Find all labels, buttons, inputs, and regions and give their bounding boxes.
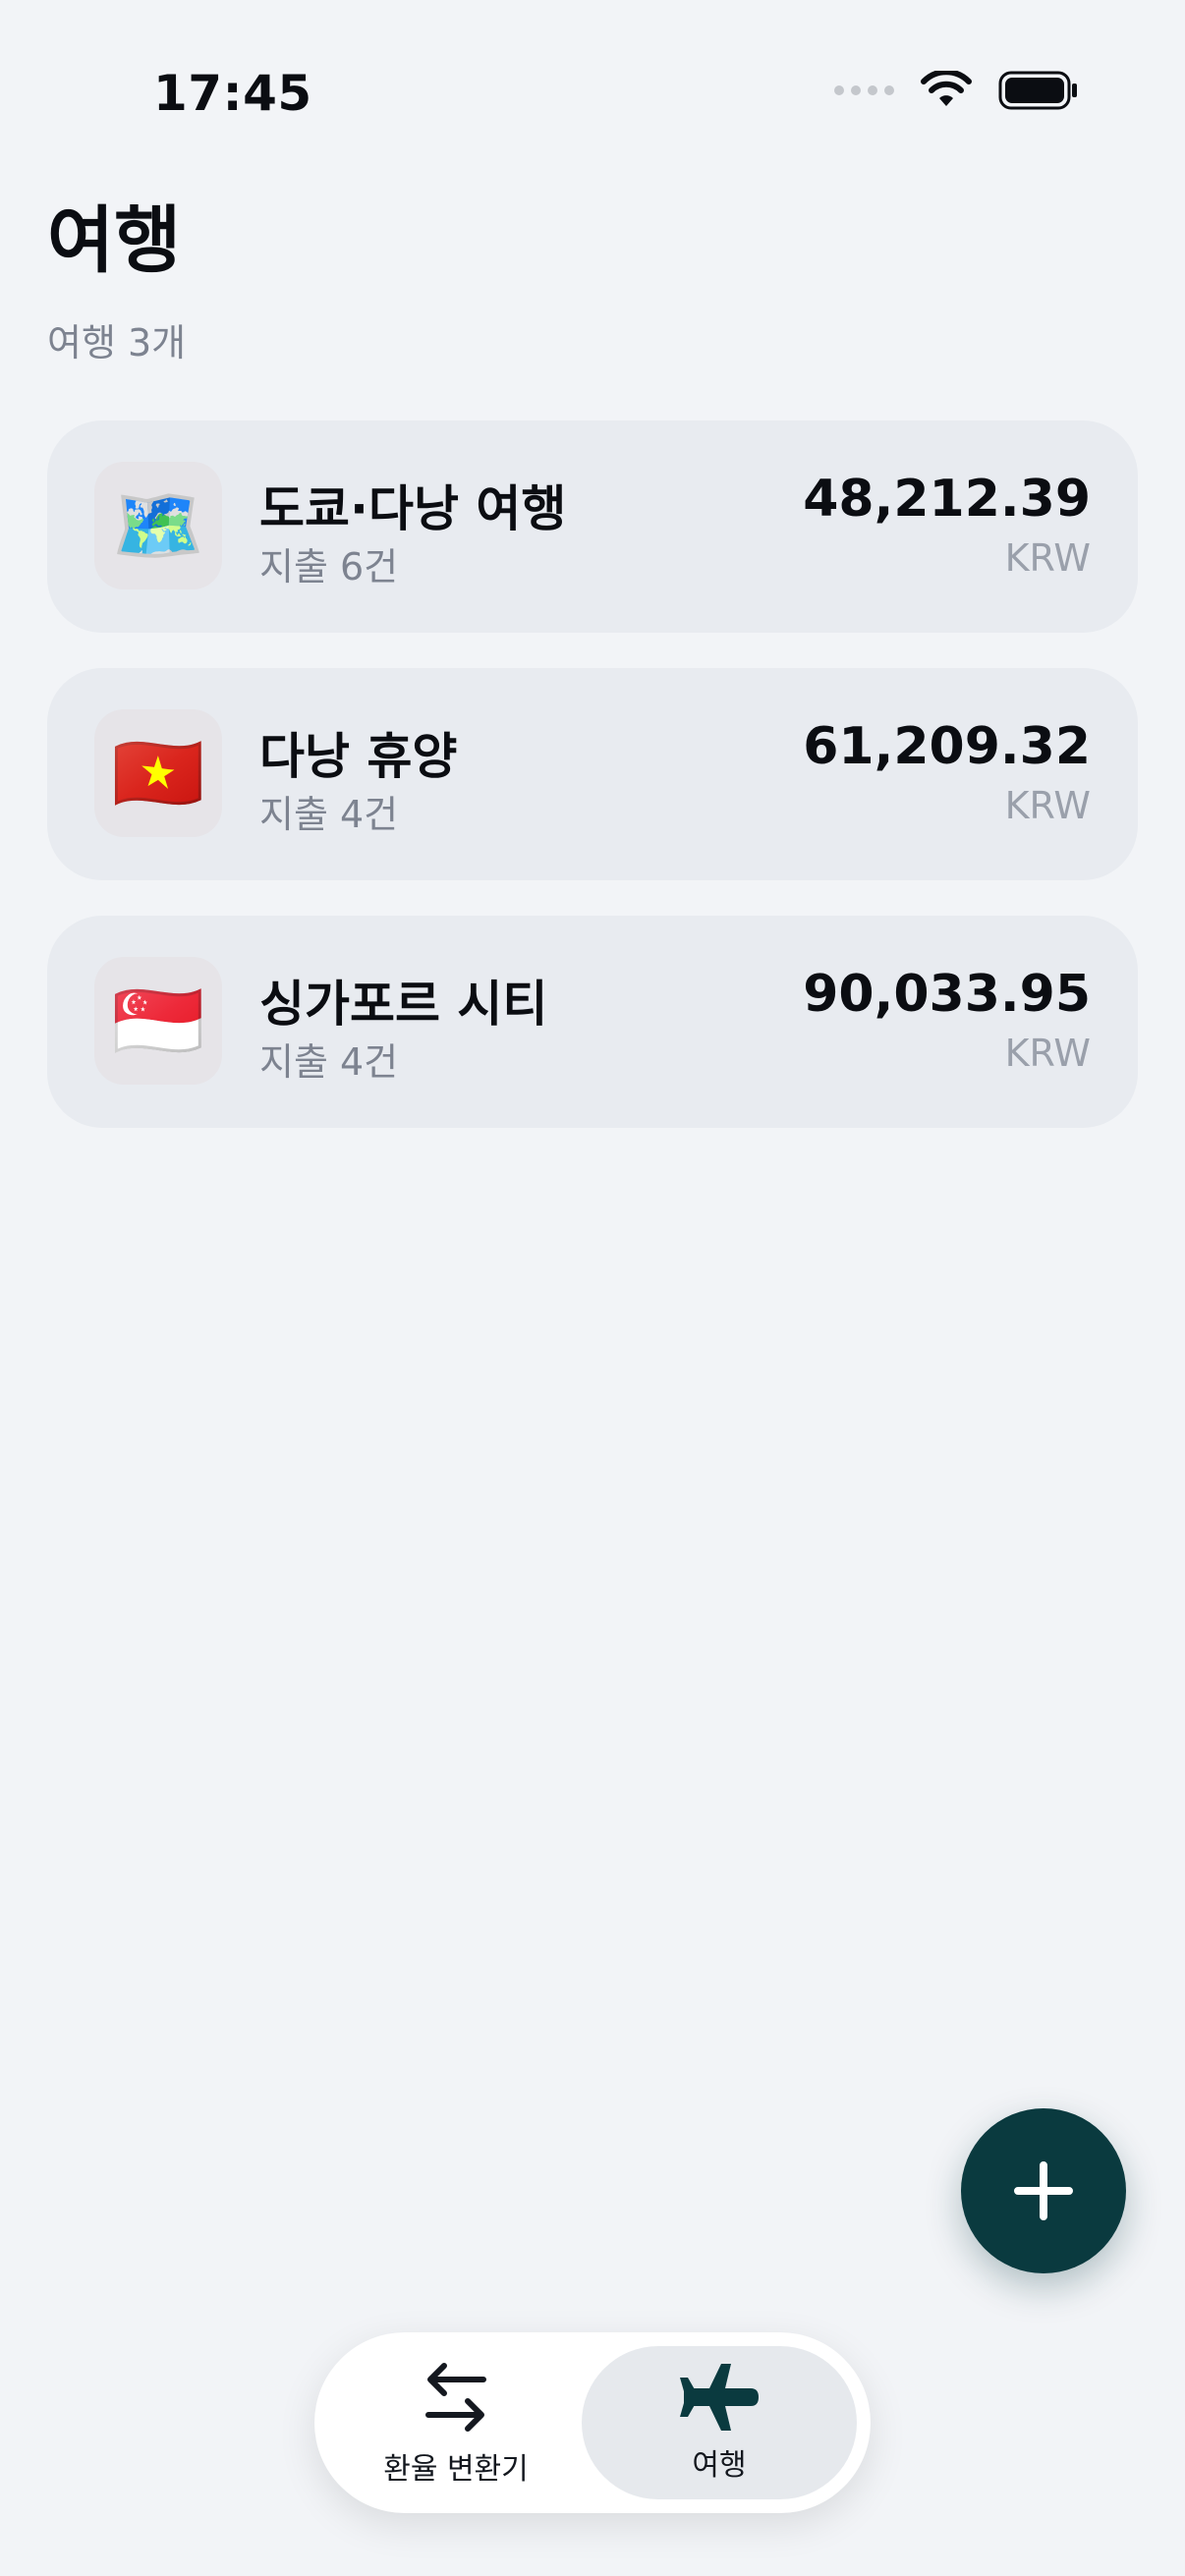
status-time: 17:45 xyxy=(153,65,312,122)
trip-total-amount: 48,212.39 xyxy=(803,470,1091,529)
plus-icon xyxy=(1014,2161,1073,2220)
page-title: 여행 xyxy=(47,198,182,283)
battery-icon xyxy=(998,71,1077,110)
tab-bar: 환율 변환기 여행 xyxy=(314,2332,871,2513)
wifi-icon xyxy=(921,71,972,106)
trip-card[interactable]: 🗺️ 도쿄·다낭 여행 지출 6건 48,212.39 KRW xyxy=(47,420,1138,633)
trip-currency: KRW xyxy=(1004,784,1091,827)
trip-currency: KRW xyxy=(1004,536,1091,580)
trip-list: 🗺️ 도쿄·다낭 여행 지출 6건 48,212.39 KRW 🇻🇳 다낭 휴양… xyxy=(47,420,1138,1163)
trip-expense-count: 지출 4건 xyxy=(259,793,399,836)
trip-name: 싱가포르 시티 xyxy=(259,976,548,1033)
vietnam-flag-icon: 🇻🇳 xyxy=(94,709,222,837)
trip-total-amount: 90,033.95 xyxy=(803,965,1091,1024)
tab-label: 환율 변환기 xyxy=(383,2452,529,2487)
add-trip-button[interactable] xyxy=(961,2108,1126,2273)
trip-card[interactable]: 🇻🇳 다낭 휴양 지출 4건 61,209.32 KRW xyxy=(47,668,1138,880)
tab-label: 여행 xyxy=(692,2448,747,2483)
map-icon: 🗺️ xyxy=(94,462,222,589)
singapore-flag-icon: 🇸🇬 xyxy=(94,957,222,1085)
status-indicators xyxy=(834,71,1079,110)
tab-currency-converter[interactable]: 환율 변환기 xyxy=(330,2346,582,2499)
swap-arrows-icon xyxy=(421,2358,491,2436)
airplane-icon xyxy=(678,2362,761,2433)
trip-total-amount: 61,209.32 xyxy=(803,717,1091,776)
trip-currency: KRW xyxy=(1004,1032,1091,1075)
page-subtitle: 여행 3개 xyxy=(47,321,187,364)
trip-expense-count: 지출 6건 xyxy=(259,545,399,588)
trip-name: 도쿄·다낭 여행 xyxy=(259,480,567,537)
trip-expense-count: 지출 4건 xyxy=(259,1040,399,1084)
cellular-signal-icon xyxy=(834,85,894,95)
trip-card[interactable]: 🇸🇬 싱가포르 시티 지출 4건 90,033.95 KRW xyxy=(47,916,1138,1128)
status-bar: 17:45 xyxy=(0,0,1185,187)
trip-name: 다낭 휴양 xyxy=(259,728,458,785)
tab-trips[interactable]: 여행 xyxy=(582,2346,857,2499)
